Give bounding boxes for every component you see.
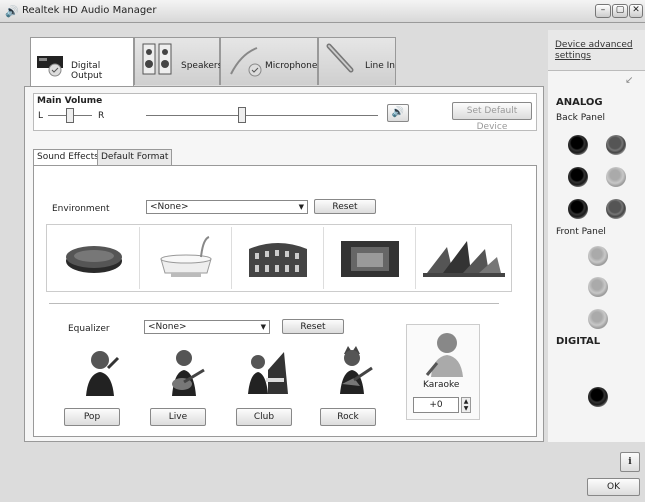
window-title: Realtek HD Audio Manager [22,5,157,16]
equalizer-label: Equalizer [68,324,110,334]
karaoke-spinner[interactable]: ▲ ▼ [461,397,471,413]
digital-output-icon [37,56,63,77]
environment-gallery [46,224,512,292]
device-content: Main Volume L R 🔊 Set Default Device Sou… [24,86,544,442]
title-bar: 🔊 Realtek HD Audio Manager – ▢ ✕ [0,0,645,23]
ok-button[interactable]: OK [587,478,640,496]
karaoke-label: Karaoke [423,380,460,390]
tab-label: Line In [365,61,395,71]
close-button[interactable]: ✕ [629,4,643,18]
sound-effects-panel: Environment <None> ▼ Reset Equalizer <No… [33,165,537,437]
back-jack-5[interactable] [568,199,588,219]
digital-jack[interactable] [588,387,608,407]
microphone-icon [230,47,262,77]
live-guitarist-icon [172,350,205,396]
speaker-volume-icon: 🔊 [391,107,405,118]
analog-heading: ANALOG [556,97,603,108]
volume-track [146,115,378,116]
rock-guitarist-icon [340,346,373,394]
front-jack-2[interactable] [588,277,608,297]
front-jack-3[interactable] [588,309,608,329]
environment-opera-house[interactable] [417,227,507,289]
main-volume-title: Main Volume [37,96,103,106]
tab-speakers[interactable]: Speakers [134,37,223,85]
tab-default-format[interactable]: Default Format [97,149,173,166]
balance-slider-thumb[interactable] [66,108,74,123]
balance-right-label: R [98,111,105,121]
environment-colosseum[interactable] [233,227,324,289]
karaoke-value: +0 [429,400,443,410]
tab-microphone[interactable]: Microphone [220,37,318,85]
front-jack-1[interactable] [588,246,608,266]
karaoke-value-input[interactable]: +0 [413,397,459,413]
stone-disc-icon [66,246,122,273]
environment-bathtub[interactable] [141,227,232,289]
back-jack-4[interactable] [606,167,626,187]
eq-rock-button[interactable]: Rock [320,408,376,426]
mute-button[interactable]: 🔊 [387,104,409,122]
environment-value: <None> [150,202,189,212]
back-jack-1[interactable] [568,135,588,155]
advanced-settings-area: Device advanced settings [548,30,645,71]
digital-heading: DIGITAL [556,336,601,347]
footer-bar: i OK [0,442,645,502]
jack-panel: ↙ ANALOG Back Panel Front Panel DIGITAL [548,71,645,442]
colosseum-icon [249,243,307,277]
chevron-down-icon: ▼ [260,323,266,331]
environment-select[interactable]: <None> ▼ [146,200,308,214]
speakers-icon [142,43,172,75]
club-pianist-icon [248,352,288,394]
section-divider [49,303,499,304]
spin-down-icon[interactable]: ▼ [462,405,470,412]
set-default-device-button[interactable]: Set Default Device [452,102,532,132]
opera-house-icon [423,241,505,277]
equalizer-value: <None> [148,322,187,332]
main-panel: Digital Output Speakers Microphone Line … [24,30,544,442]
minimize-button[interactable]: – [595,4,611,18]
environment-stone-room[interactable] [325,227,416,289]
eq-club-button[interactable]: Club [236,408,292,426]
environment-stone-disc[interactable] [49,227,140,289]
karaoke-singer-icon [425,333,463,377]
environment-label: Environment [52,204,110,214]
stone-room-icon [341,241,399,277]
info-button[interactable]: i [620,452,640,472]
line-in-icon [326,43,354,73]
tab-line-in[interactable]: Line In [318,37,396,85]
back-jack-2[interactable] [606,135,626,155]
device-advanced-settings-link[interactable]: Device advanced settings [555,40,637,62]
equalizer-reset-button[interactable]: Reset [282,319,344,334]
chevron-down-icon: ▼ [298,203,304,211]
tab-label: Digital Output [71,61,103,81]
environment-reset-button[interactable]: Reset [314,199,376,214]
back-panel-label: Back Panel [556,113,605,123]
tab-label: Microphone [265,61,318,71]
main-volume-section: Main Volume L R 🔊 Set Default Device [33,93,537,132]
spin-up-icon[interactable]: ▲ [462,398,470,405]
eq-pop-button[interactable]: Pop [64,408,120,426]
front-panel-label: Front Panel [556,227,606,237]
folder-icon[interactable]: ↙ [625,75,633,86]
tab-digital-output[interactable]: Digital Output [30,37,134,89]
speaker-app-icon: 🔊 [5,5,19,18]
karaoke-box: Karaoke +0 ▲ ▼ [406,324,480,420]
volume-slider-thumb[interactable] [238,107,246,123]
bathtub-icon [160,236,212,277]
restore-button[interactable]: ▢ [612,4,628,18]
pop-singer-icon [86,351,120,396]
info-icon: i [628,457,632,467]
connector-sidebar: Device advanced settings ↙ ANALOG Back P… [548,30,645,442]
equalizer-select[interactable]: <None> ▼ [144,320,270,334]
eq-live-button[interactable]: Live [150,408,206,426]
back-jack-6[interactable] [606,199,626,219]
balance-left-label: L [38,111,44,121]
back-jack-3[interactable] [568,167,588,187]
tab-label: Speakers [181,61,223,71]
